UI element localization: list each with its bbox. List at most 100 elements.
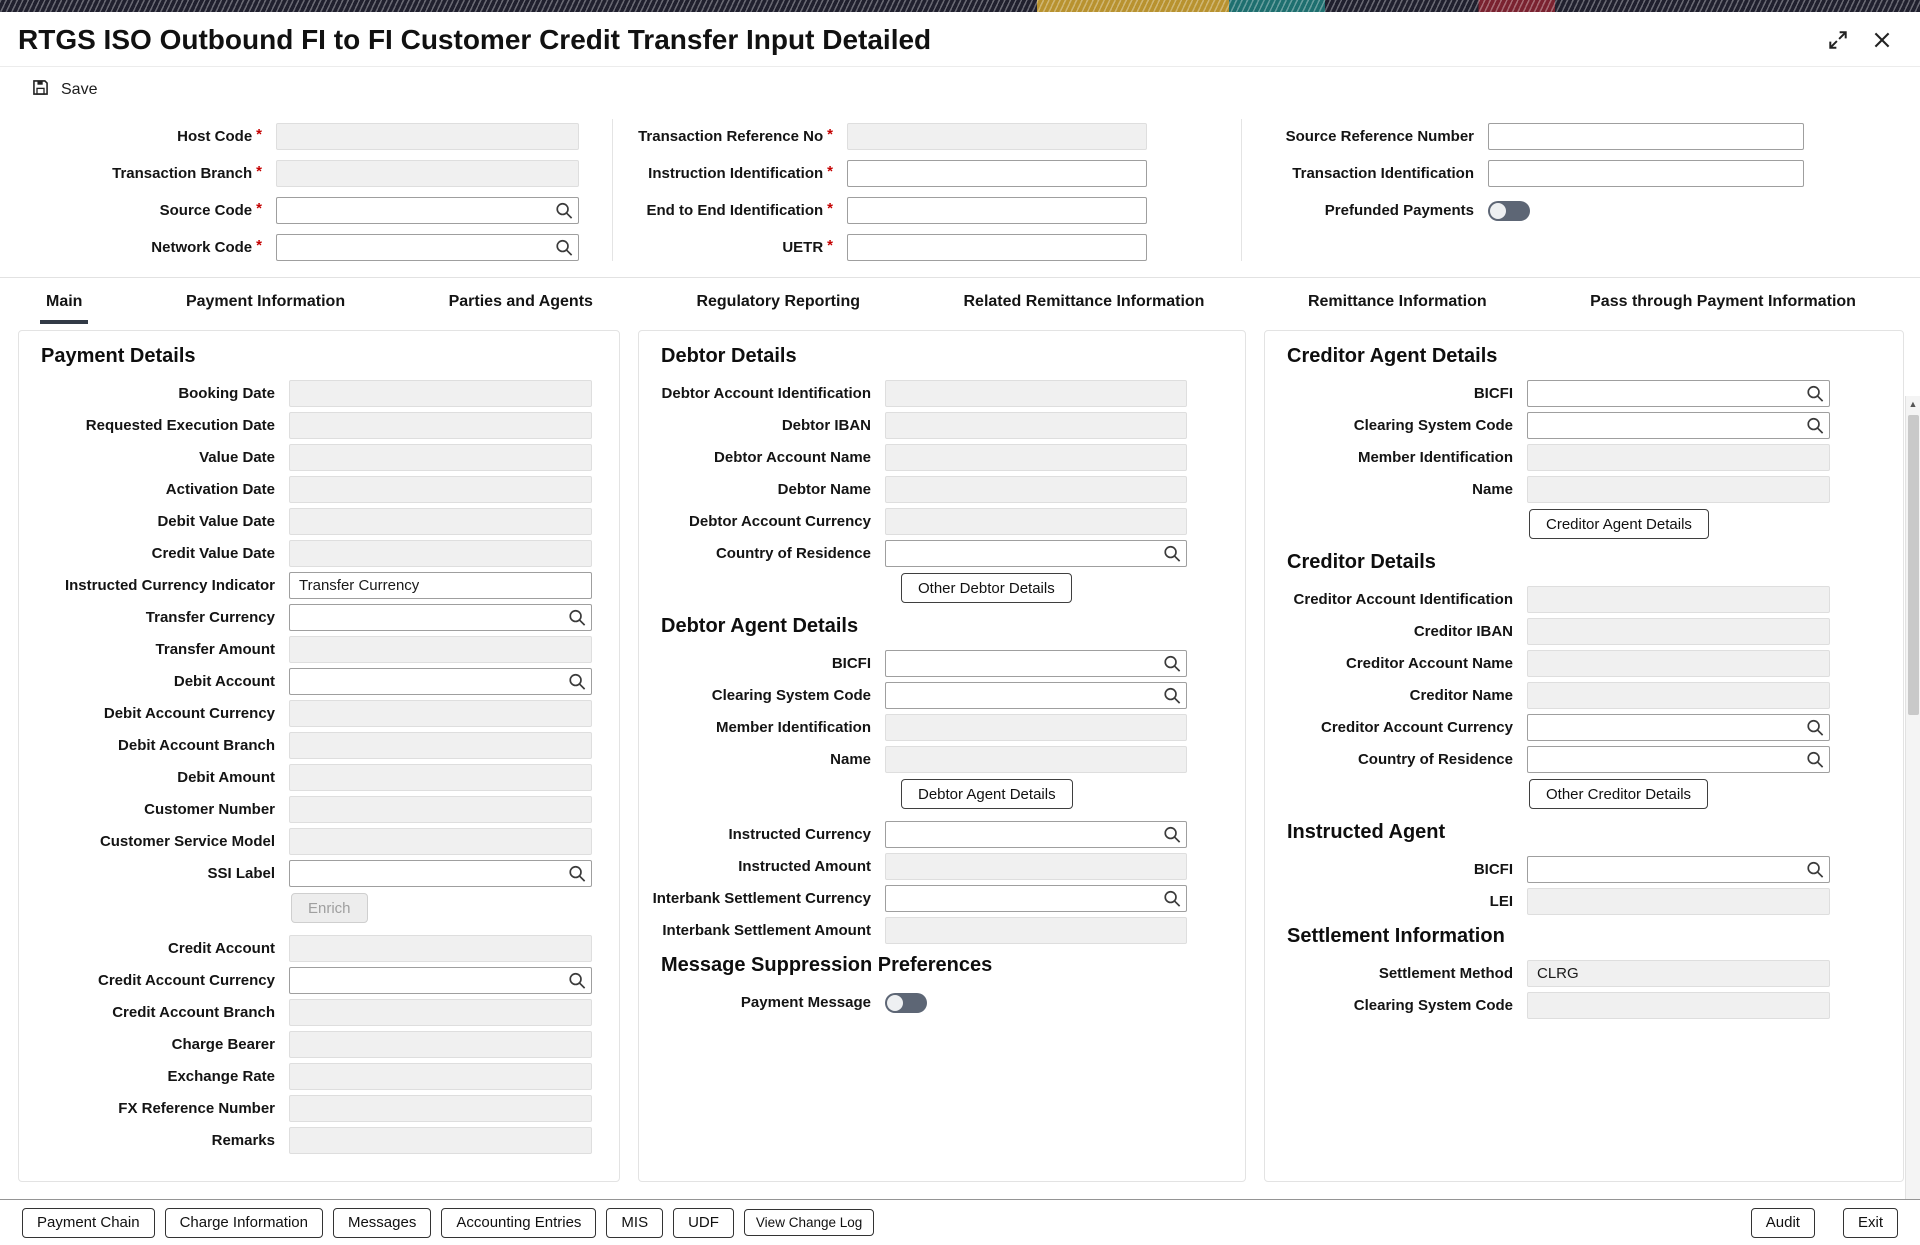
creditor-account-identification-label: Creditor Account Identification — [1265, 591, 1513, 608]
search-icon[interactable] — [1805, 859, 1826, 880]
debtor-instructed-currency-input[interactable] — [885, 821, 1187, 848]
field-credit-value-date: Credit Value Date — [19, 540, 619, 567]
creditor-country-of-residence-input[interactable] — [1527, 746, 1830, 773]
payment-transfer-currency-input[interactable] — [289, 604, 592, 631]
required-asterisk: * — [827, 126, 833, 143]
field-host-code: Host Code* — [0, 123, 612, 150]
debtor-agent-details-button[interactable]: Debtor Agent Details — [901, 779, 1073, 809]
debtor-bicfi-input[interactable] — [885, 650, 1187, 677]
header-transaction-identification-input[interactable] — [1488, 160, 1804, 187]
creditor-bicfi-input[interactable] — [1527, 856, 1830, 883]
required-asterisk: * — [256, 237, 262, 254]
bicfi-label: BICFI — [1265, 861, 1513, 878]
field-country-of-residence: Country of Residence — [639, 540, 1245, 567]
scrollbar-thumb[interactable] — [1908, 415, 1919, 715]
view-change-log-button[interactable]: View Change Log — [744, 1209, 874, 1236]
debtor-payment-message-toggle[interactable] — [885, 993, 927, 1013]
accounting-entries-button[interactable]: Accounting Entries — [441, 1208, 596, 1238]
close-icon[interactable] — [1870, 28, 1894, 52]
header-instruction-identification-input[interactable] — [847, 160, 1147, 187]
other-debtor-details-button[interactable]: Other Debtor Details — [901, 573, 1072, 603]
tab-pass-through-payment-information[interactable]: Pass through Payment Information — [1582, 287, 1864, 324]
search-icon[interactable] — [1162, 653, 1183, 674]
creditor-clearing-system-code-input[interactable] — [1527, 412, 1830, 439]
field-name: Name — [639, 746, 1245, 773]
save-button[interactable]: Save — [61, 81, 97, 99]
debtor-country-of-residence-input[interactable] — [885, 540, 1187, 567]
payment-charge-bearer-input — [289, 1031, 592, 1058]
header-column-3: Source Reference NumberTransaction Ident… — [1242, 119, 1920, 261]
header-uetr-input[interactable] — [847, 234, 1147, 261]
button-row: Creditor Agent Details — [1265, 509, 1903, 539]
credit-account-branch-label: Credit Account Branch — [19, 1004, 275, 1021]
payment-instructed-currency-indicator-input[interactable]: Transfer Currency — [289, 572, 592, 599]
fx-reference-number-label: FX Reference Number — [19, 1100, 275, 1117]
required-asterisk: * — [256, 126, 262, 143]
name-label: Name — [639, 751, 871, 768]
udf-button[interactable]: UDF — [673, 1208, 734, 1238]
enrich-button: Enrich — [291, 893, 368, 923]
resize-icon[interactable] — [1826, 28, 1850, 52]
search-icon[interactable] — [554, 200, 575, 221]
payment-ssi-label-input[interactable] — [289, 860, 592, 887]
mis-button[interactable]: MIS — [606, 1208, 663, 1238]
exit-button[interactable]: Exit — [1843, 1208, 1898, 1238]
credit-account-currency-label: Credit Account Currency — [19, 972, 275, 989]
header-end-to-end-identification-input[interactable] — [847, 197, 1147, 224]
field-debit-amount: Debit Amount — [19, 764, 619, 791]
creditor-agent-details-button[interactable]: Creditor Agent Details — [1529, 509, 1709, 539]
search-icon[interactable] — [1805, 415, 1826, 436]
search-icon[interactable] — [1805, 749, 1826, 770]
debtor-clearing-system-code-input[interactable] — [885, 682, 1187, 709]
field-creditor-iban: Creditor IBAN — [1265, 618, 1903, 645]
tab-related-remittance-information[interactable]: Related Remittance Information — [956, 287, 1213, 324]
header-network-code-input[interactable] — [276, 234, 579, 261]
search-icon[interactable] — [554, 237, 575, 258]
payment-debit-account-input[interactable] — [289, 668, 592, 695]
section-heading-debtor-agent-details: Debtor Agent Details — [661, 615, 1245, 638]
scroll-up-icon[interactable]: ▲ — [1909, 399, 1918, 409]
search-icon[interactable] — [1162, 888, 1183, 909]
charge-information-button[interactable]: Charge Information — [165, 1208, 323, 1238]
header-prefunded-payments-toggle[interactable] — [1488, 201, 1530, 221]
tab-payment-information[interactable]: Payment Information — [178, 287, 353, 324]
search-icon[interactable] — [1162, 543, 1183, 564]
exchange-rate-label: Exchange Rate — [19, 1068, 275, 1085]
search-icon[interactable] — [1162, 824, 1183, 845]
payment-credit-account-currency-input[interactable] — [289, 967, 592, 994]
search-icon[interactable] — [1805, 717, 1826, 738]
tab-remittance-information[interactable]: Remittance Information — [1300, 287, 1495, 324]
creditor-account-name-label: Creditor Account Name — [1265, 655, 1513, 672]
payment-chain-button[interactable]: Payment Chain — [22, 1208, 155, 1238]
search-icon[interactable] — [567, 671, 588, 692]
tab-regulatory-reporting[interactable]: Regulatory Reporting — [688, 287, 868, 324]
debtor-interbank-settlement-currency-input[interactable] — [885, 885, 1187, 912]
field-credit-account-branch: Credit Account Branch — [19, 999, 619, 1026]
header-source-reference-number-input[interactable] — [1488, 123, 1804, 150]
audit-button[interactable]: Audit — [1751, 1208, 1815, 1238]
vertical-scrollbar[interactable]: ▲ — [1905, 396, 1920, 1199]
tab-main[interactable]: Main — [38, 287, 90, 324]
search-icon[interactable] — [567, 970, 588, 991]
toggle-knob — [887, 995, 903, 1011]
creditor-creditor-account-currency-input[interactable] — [1527, 714, 1830, 741]
header-source-code-input[interactable] — [276, 197, 579, 224]
requested-execution-date-label: Requested Execution Date — [19, 417, 275, 434]
other-creditor-details-button[interactable]: Other Creditor Details — [1529, 779, 1708, 809]
debtor-debtor-account-identification-input — [885, 380, 1187, 407]
search-icon[interactable] — [567, 607, 588, 628]
field-name: Name — [1265, 476, 1903, 503]
search-icon[interactable] — [1805, 383, 1826, 404]
creditor-bicfi-input[interactable] — [1527, 380, 1830, 407]
remarks-label: Remarks — [19, 1132, 275, 1149]
search-icon[interactable] — [567, 863, 588, 884]
tab-parties-and-agents[interactable]: Parties and Agents — [441, 287, 601, 324]
tab-bar: Main Payment Information Parties and Agent… — [0, 278, 1920, 324]
member-identification-label: Member Identification — [639, 719, 871, 736]
messages-button[interactable]: Messages — [333, 1208, 431, 1238]
search-icon[interactable] — [1162, 685, 1183, 706]
button-row: Other Creditor Details — [1265, 779, 1903, 809]
payment-details-panel: Payment DetailsBooking DateRequested Exe… — [18, 330, 620, 1182]
debit-amount-label: Debit Amount — [19, 769, 275, 786]
debtor-iban-label: Debtor IBAN — [639, 417, 871, 434]
